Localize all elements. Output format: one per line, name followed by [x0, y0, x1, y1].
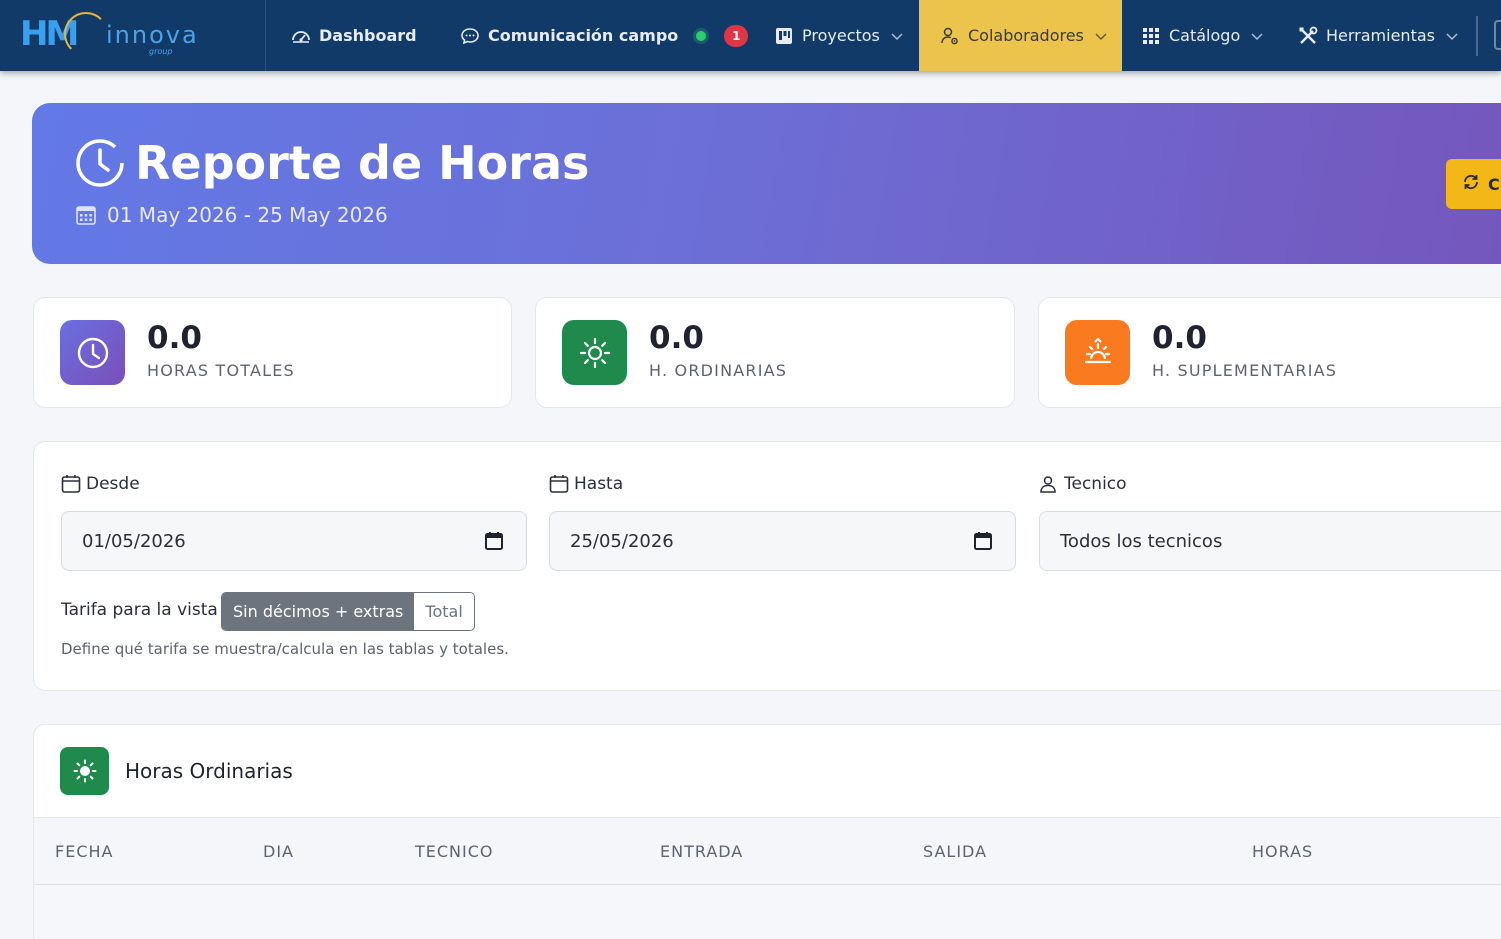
nav-colaboradores[interactable]: Colaboradores — [919, 0, 1122, 71]
column-header-entrada[interactable]: ENTRADA — [660, 841, 743, 863]
tools-icon — [1298, 26, 1318, 46]
table-header: FECHA DIA TECNICO ENTRADA SALIDA HORAS — [34, 817, 1501, 885]
tarifa-help-text: Define qué tarifa se muestra/calcula en … — [61, 640, 509, 658]
logo-ring-icon — [64, 12, 108, 56]
tecnico-label-text: Tecnico — [1064, 474, 1127, 494]
tarifa-option-sin-decimos[interactable]: Sin décimos + extras — [222, 593, 415, 630]
chevron-down-icon — [890, 29, 904, 43]
tarifa-toggle-group: Sin décimos + extras Total — [221, 592, 475, 631]
tecnico-select[interactable]: Todos los tecnicos — [1039, 511, 1501, 571]
tecnico-select-value: Todos los tecnicos — [1060, 530, 1223, 552]
stat-value: 0.0 — [649, 320, 704, 356]
nav-divider — [265, 0, 266, 71]
person-icon — [1039, 474, 1059, 494]
nav-colaboradores-label: Colaboradores — [968, 26, 1084, 45]
calendar-picker-icon[interactable] — [973, 531, 993, 551]
chevron-down-icon — [1445, 29, 1459, 43]
chat-bubble-icon — [460, 26, 480, 46]
speedometer-icon — [291, 26, 311, 46]
filter-panel: Desde 01/05/2026 Hasta 25/05/2026 Tecnic… — [33, 441, 1501, 691]
hasta-date-input[interactable]: 25/05/2026 — [549, 511, 1016, 571]
chevron-down-icon — [1250, 29, 1264, 43]
grid-icon — [1141, 26, 1161, 46]
calendar-picker-icon[interactable] — [484, 531, 504, 551]
sun-icon — [562, 320, 627, 385]
desde-date-input[interactable]: 01/05/2026 — [61, 511, 527, 571]
tecnico-label: Tecnico — [1039, 474, 1127, 494]
nav-comunicacion-label: Comunicación campo — [488, 26, 679, 45]
user-menu-toggle[interactable] — [1494, 20, 1501, 50]
notification-badge: 1 — [724, 24, 749, 47]
desde-label: Desde — [61, 474, 140, 494]
section-title: Horas Ordinarias — [125, 759, 293, 783]
nav-dashboard[interactable]: Dashboard — [291, 0, 417, 71]
person-gear-icon — [940, 26, 960, 46]
nav-catalogo-label: Catálogo — [1169, 26, 1241, 45]
desde-label-text: Desde — [86, 474, 140, 494]
calendar-grid-icon — [76, 205, 96, 225]
nav-comunicacion-campo[interactable]: Comunicación campo 1 — [460, 0, 749, 71]
horas-ordinarias-card: Horas Ordinarias FECHA DIA TECNICO ENTRA… — [33, 724, 1501, 939]
page-header-banner: Reporte de Horas 01 May 2026 - 25 May 20… — [32, 103, 1501, 264]
hasta-label-text: Hasta — [574, 474, 624, 494]
chevron-down-icon — [1094, 29, 1108, 43]
nav-dashboard-label: Dashboard — [319, 26, 417, 45]
sun-icon — [60, 747, 109, 795]
refresh-button[interactable]: C — [1446, 159, 1501, 209]
tarifa-option-total[interactable]: Total — [414, 593, 474, 630]
clock-icon — [74, 137, 126, 189]
column-header-tecnico[interactable]: TECNICO — [415, 841, 494, 863]
nav-proyectos-label: Proyectos — [802, 26, 880, 45]
date-range-text: 01 May 2026 - 25 May 2026 — [107, 203, 388, 227]
table-body — [34, 885, 1501, 939]
nav-herramientas-label: Herramientas — [1326, 26, 1435, 45]
refresh-icon — [1462, 173, 1480, 195]
stat-card-horas-totales: 0.0 HORAS TOTALES — [33, 297, 512, 408]
hasta-label: Hasta — [549, 474, 623, 494]
top-navbar: HM innova group Dashboard Comunicación c… — [0, 0, 1501, 71]
stat-card-horas-suplementarias: 0.0 H. SUPLEMENTARIAS — [1038, 297, 1501, 408]
kanban-icon — [774, 26, 794, 46]
logo-text: innova — [106, 21, 199, 49]
column-header-dia[interactable]: DIA — [263, 841, 294, 863]
nav-proyectos[interactable]: Proyectos — [774, 0, 904, 71]
tarifa-label: Tarifa para la vista — [61, 600, 218, 620]
hasta-date-value: 25/05/2026 — [570, 530, 674, 552]
stat-value: 0.0 — [147, 320, 202, 356]
calendar-icon — [61, 474, 81, 494]
calendar-icon — [549, 474, 569, 494]
desde-date-value: 01/05/2026 — [82, 530, 186, 552]
stat-label: H. ORDINARIAS — [649, 361, 788, 380]
stat-label: HORAS TOTALES — [147, 361, 295, 380]
nav-divider — [1476, 16, 1478, 56]
brand-logo[interactable]: HM innova group — [18, 8, 258, 62]
nav-catalogo[interactable]: Catálogo — [1141, 0, 1264, 71]
online-status-dot — [696, 30, 707, 41]
sunset-icon — [1065, 320, 1130, 385]
stat-value: 0.0 — [1152, 320, 1207, 356]
logo-subtext: group — [149, 47, 173, 56]
stat-card-horas-ordinarias: 0.0 H. ORDINARIAS — [535, 297, 1015, 408]
page-title: Reporte de Horas — [135, 136, 590, 190]
nav-herramientas[interactable]: Herramientas — [1298, 0, 1459, 71]
refresh-button-label: C — [1488, 174, 1500, 194]
column-header-salida[interactable]: SALIDA — [923, 841, 987, 863]
stat-label: H. SUPLEMENTARIAS — [1152, 361, 1338, 380]
column-header-horas[interactable]: HORAS — [1252, 841, 1313, 863]
column-header-fecha[interactable]: FECHA — [55, 841, 113, 863]
clock-icon — [60, 320, 125, 385]
